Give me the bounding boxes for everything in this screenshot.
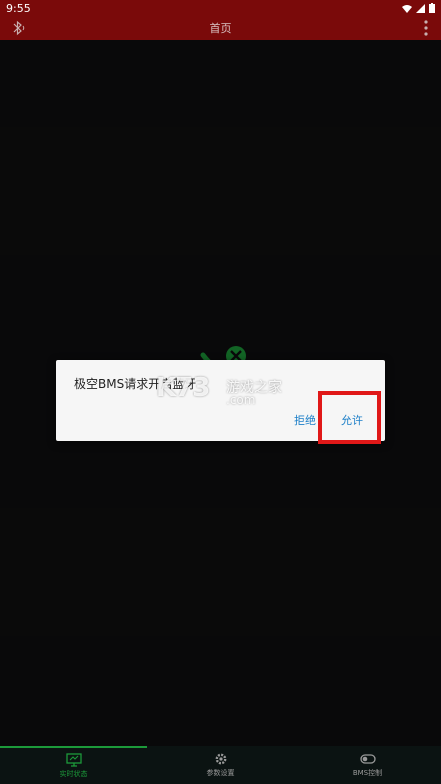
nav-item-realtime-status[interactable]: 实时状态 bbox=[0, 746, 147, 784]
status-icons bbox=[402, 3, 435, 13]
more-vert-icon[interactable] bbox=[423, 19, 429, 37]
bluetooth-icon[interactable] bbox=[8, 18, 28, 38]
battery-icon bbox=[429, 3, 435, 13]
allow-button-highlight bbox=[318, 391, 381, 444]
nav-item-bms-control[interactable]: BMS控制 bbox=[294, 746, 441, 784]
dialog-message: 极空BMS请求开启蓝牙 bbox=[74, 377, 197, 391]
wifi-icon bbox=[402, 4, 412, 13]
gear-icon bbox=[215, 753, 226, 765]
nav-label-bms-control: BMS控制 bbox=[352, 769, 383, 777]
page-title: 首页 bbox=[209, 22, 232, 35]
toggle-icon bbox=[359, 754, 376, 764]
nav-item-parameter-settings[interactable]: 参数设置 bbox=[147, 746, 294, 784]
deny-button[interactable]: 拒绝 bbox=[294, 412, 316, 428]
status-bar: 9:55 bbox=[0, 0, 441, 16]
nav-label-parameter-settings: 参数设置 bbox=[206, 769, 235, 777]
app-bar: 首页 bbox=[0, 16, 441, 40]
signal-icon bbox=[416, 3, 425, 13]
monitor-icon bbox=[65, 753, 82, 767]
bottom-nav: 实时状态 参数设置 BMS控制 bbox=[0, 746, 441, 784]
status-time: 9:55 bbox=[6, 1, 31, 15]
nav-label-realtime-status: 实时状态 bbox=[59, 770, 88, 778]
